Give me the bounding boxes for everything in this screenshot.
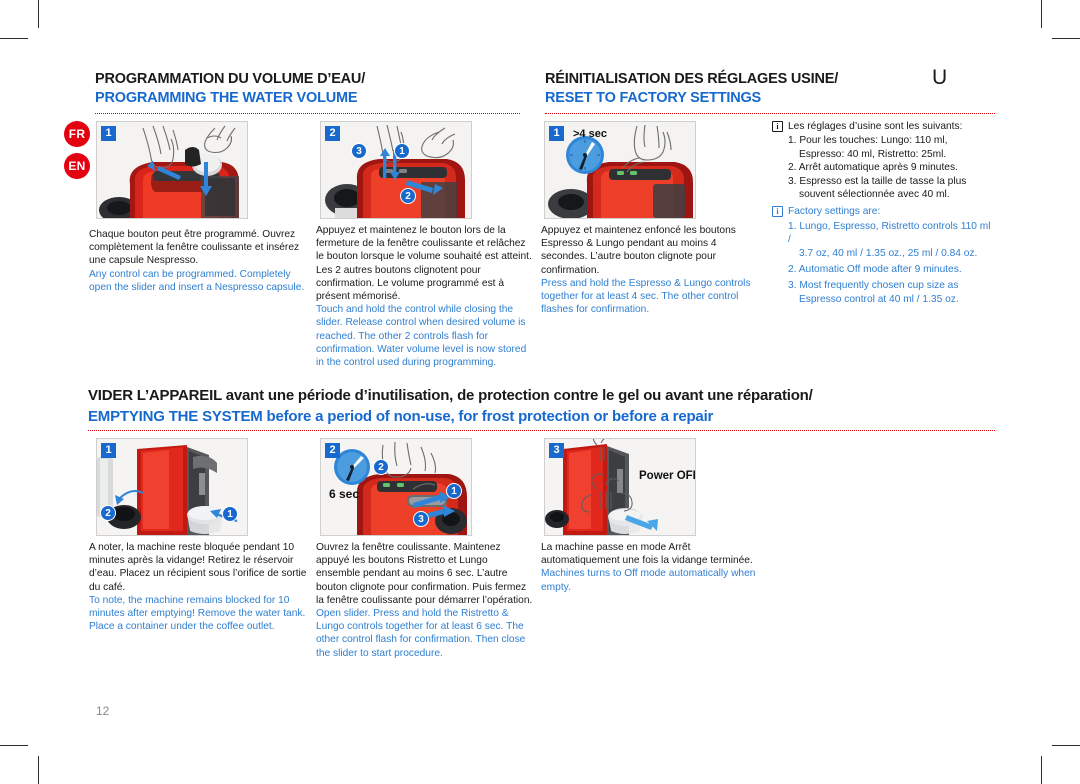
section-title-reset-fr: RÉINITIALISATION DES RÉGLAGES USINE/ <box>545 71 839 87</box>
figure-reset-step-1: 1 >4 sec <box>544 121 696 219</box>
info-icon-en: i <box>772 206 783 218</box>
step-badge-emptying-3: 3 <box>549 443 564 458</box>
factory-settings-en-heading-row: i Factory settings are: <box>772 205 994 218</box>
crop-mark-top-left-v <box>38 0 39 28</box>
language-badge-fr[interactable]: FR <box>64 121 90 147</box>
crop-mark-top-right-h <box>1052 38 1080 39</box>
figure-programming-step-1-image <box>97 122 247 218</box>
figure-label-power-off: Power OFF <box>639 470 696 482</box>
figure-label-duration: >4 sec <box>573 128 607 140</box>
figure-programming-step-2: 2 3 1 2 <box>320 121 472 219</box>
figure-emptying-step-2: 2 6 sec 2 1 3 <box>320 438 472 536</box>
caption-emptying-step-3-en: Machines turns to Off mode automatically… <box>541 568 756 593</box>
page-number: 12 <box>96 704 110 718</box>
caption-programming-step-2-fr: Appuyez et maintenez le bouton lors de l… <box>316 225 532 303</box>
figure-programming-step-2-image <box>321 122 471 218</box>
caption-programming-step-1-fr: Chaque bouton peut être programmé. Ouvre… <box>89 229 300 267</box>
section-title-programming-en: PROGRAMMING THE WATER VOLUME <box>95 90 358 106</box>
figure-emptying-step-3-image <box>545 439 695 535</box>
crop-mark-top-right-v <box>1041 0 1042 28</box>
factory-settings-en-item-3b: Espresso control at 40 ml / 1.35 oz. <box>799 293 959 305</box>
crop-mark-bottom-right-h <box>1052 745 1080 746</box>
step-badge-emptying-2: 2 <box>325 443 340 458</box>
step-badge-programming-2: 2 <box>325 126 340 141</box>
divider-programming <box>95 113 520 114</box>
step-badge-emptying-1: 1 <box>101 443 116 458</box>
caption-emptying-step-1: A noter, la machine reste bloquée pendan… <box>89 541 307 633</box>
figure-reset-step-1-image <box>545 122 695 218</box>
crop-mark-bottom-left-h <box>0 745 28 746</box>
factory-settings-fr-item-3: 3. Espresso est la taille de tasse la pl… <box>788 175 967 187</box>
language-badge-en[interactable]: EN <box>64 153 90 179</box>
factory-settings-fr-item-1b: Espresso: 40 ml, Ristretto: 25ml. <box>799 148 947 160</box>
caption-emptying-step-3-fr: La machine passe en mode Arrêt automatiq… <box>541 542 753 567</box>
factory-settings-en-item-3: 3. Most frequently chosen cup size as <box>788 280 959 292</box>
caption-emptying-step-1-en: To note, the machine remains blocked for… <box>89 594 306 633</box>
crop-mark-bottom-right-v <box>1041 756 1042 784</box>
callout-1: 1 <box>222 506 238 522</box>
caption-reset-step-1: Appuyez et maintenez enfoncé les boutons… <box>541 224 759 316</box>
factory-settings-info: i Les réglages d’usine sont les suivants… <box>772 120 994 306</box>
callout-2: 2 <box>373 459 389 475</box>
caption-reset-step-1-fr: Appuyez et maintenez enfoncé les boutons… <box>541 225 736 276</box>
figure-emptying-step-1: 1 2 1 <box>96 438 248 536</box>
section-title-emptying-fr: VIDER L’APPAREIL avant une période d’inu… <box>88 387 813 404</box>
section-title-programming-fr: PROGRAMMATION DU VOLUME D’EAU/ <box>95 71 366 87</box>
figure-label-duration-6sec: 6 sec <box>329 487 360 501</box>
callout-3: 3 <box>413 511 429 527</box>
crop-mark-bottom-left-v <box>38 756 39 784</box>
caption-emptying-step-2-fr: Ouvrez la fenêtre coulissante. Maintenez… <box>316 542 533 606</box>
caption-programming-step-1: Chaque bouton peut être programmé. Ouvre… <box>89 228 307 294</box>
factory-settings-en-item-1: 1. Lungo, Espresso, Ristretto controls 1… <box>788 220 991 246</box>
info-icon: i <box>772 121 783 132</box>
section-title-emptying-en: EMPTYING THE SYSTEM before a period of n… <box>88 408 714 425</box>
divider-emptying <box>88 430 995 431</box>
caption-programming-step-2: Appuyez et maintenez le bouton lors de l… <box>316 224 534 369</box>
factory-settings-en-item-1b: 3.7 oz, 40 ml / 1.35 oz., 25 ml / 0.84 o… <box>799 247 978 259</box>
figure-programming-step-1: 1 <box>96 121 248 219</box>
callout-3: 3 <box>351 143 367 159</box>
language-badge-en-label: EN <box>68 159 86 173</box>
factory-settings-fr-item-2: 2. Arrêt automatique après 9 minutes. <box>788 162 958 174</box>
callout-1: 1 <box>446 483 462 499</box>
step-badge-reset-1: 1 <box>549 126 564 141</box>
factory-settings-fr-heading-row: i Les réglages d’usine sont les suivants… <box>772 120 994 133</box>
factory-settings-fr-item-1: 1. Pour les touches: Lungo: 110 ml, <box>788 135 948 147</box>
factory-settings-en-item-2: 2. Automatic Off mode after 9 minutes. <box>788 264 962 276</box>
section-title-reset-en: RESET TO FACTORY SETTINGS <box>545 90 762 106</box>
step-badge-programming-1: 1 <box>101 126 116 141</box>
divider-reset <box>545 113 995 114</box>
callout-1: 1 <box>394 143 410 159</box>
factory-settings-en-heading: Factory settings are: <box>788 206 881 218</box>
caption-emptying-step-3: La machine passe en mode Arrêt automatiq… <box>541 541 759 594</box>
manual-page: U PROGRAMMATION DU VOLUME D’EAU/ PROGRAM… <box>0 0 1080 784</box>
caption-programming-step-1-en: Any control can be programmed. Completel… <box>89 268 305 293</box>
caption-programming-step-2-en: Touch and hold the control while closing… <box>316 304 527 369</box>
caption-reset-step-1-en: Press and hold the Espresso & Lungo cont… <box>541 277 751 316</box>
caption-emptying-step-2: Ouvrez la fenêtre coulissante. Maintenez… <box>316 541 534 660</box>
language-badge-fr-label: FR <box>68 127 86 141</box>
caption-emptying-step-2-en: Open slider. Press and hold the Ristrett… <box>316 608 526 659</box>
factory-settings-fr-item-3b: souvent sélectionnée avec 40 ml. <box>799 189 950 201</box>
crop-mark-top-left-h <box>0 38 28 39</box>
machine-model-mark: U <box>932 66 948 89</box>
figure-emptying-step-3: 3 Power OFF <box>544 438 696 536</box>
callout-2: 2 <box>400 188 416 204</box>
caption-emptying-step-1-fr: A noter, la machine reste bloquée pendan… <box>89 542 307 593</box>
factory-settings-fr-heading: Les réglages d’usine sont les suivants: <box>788 121 963 132</box>
callout-2: 2 <box>100 505 116 521</box>
